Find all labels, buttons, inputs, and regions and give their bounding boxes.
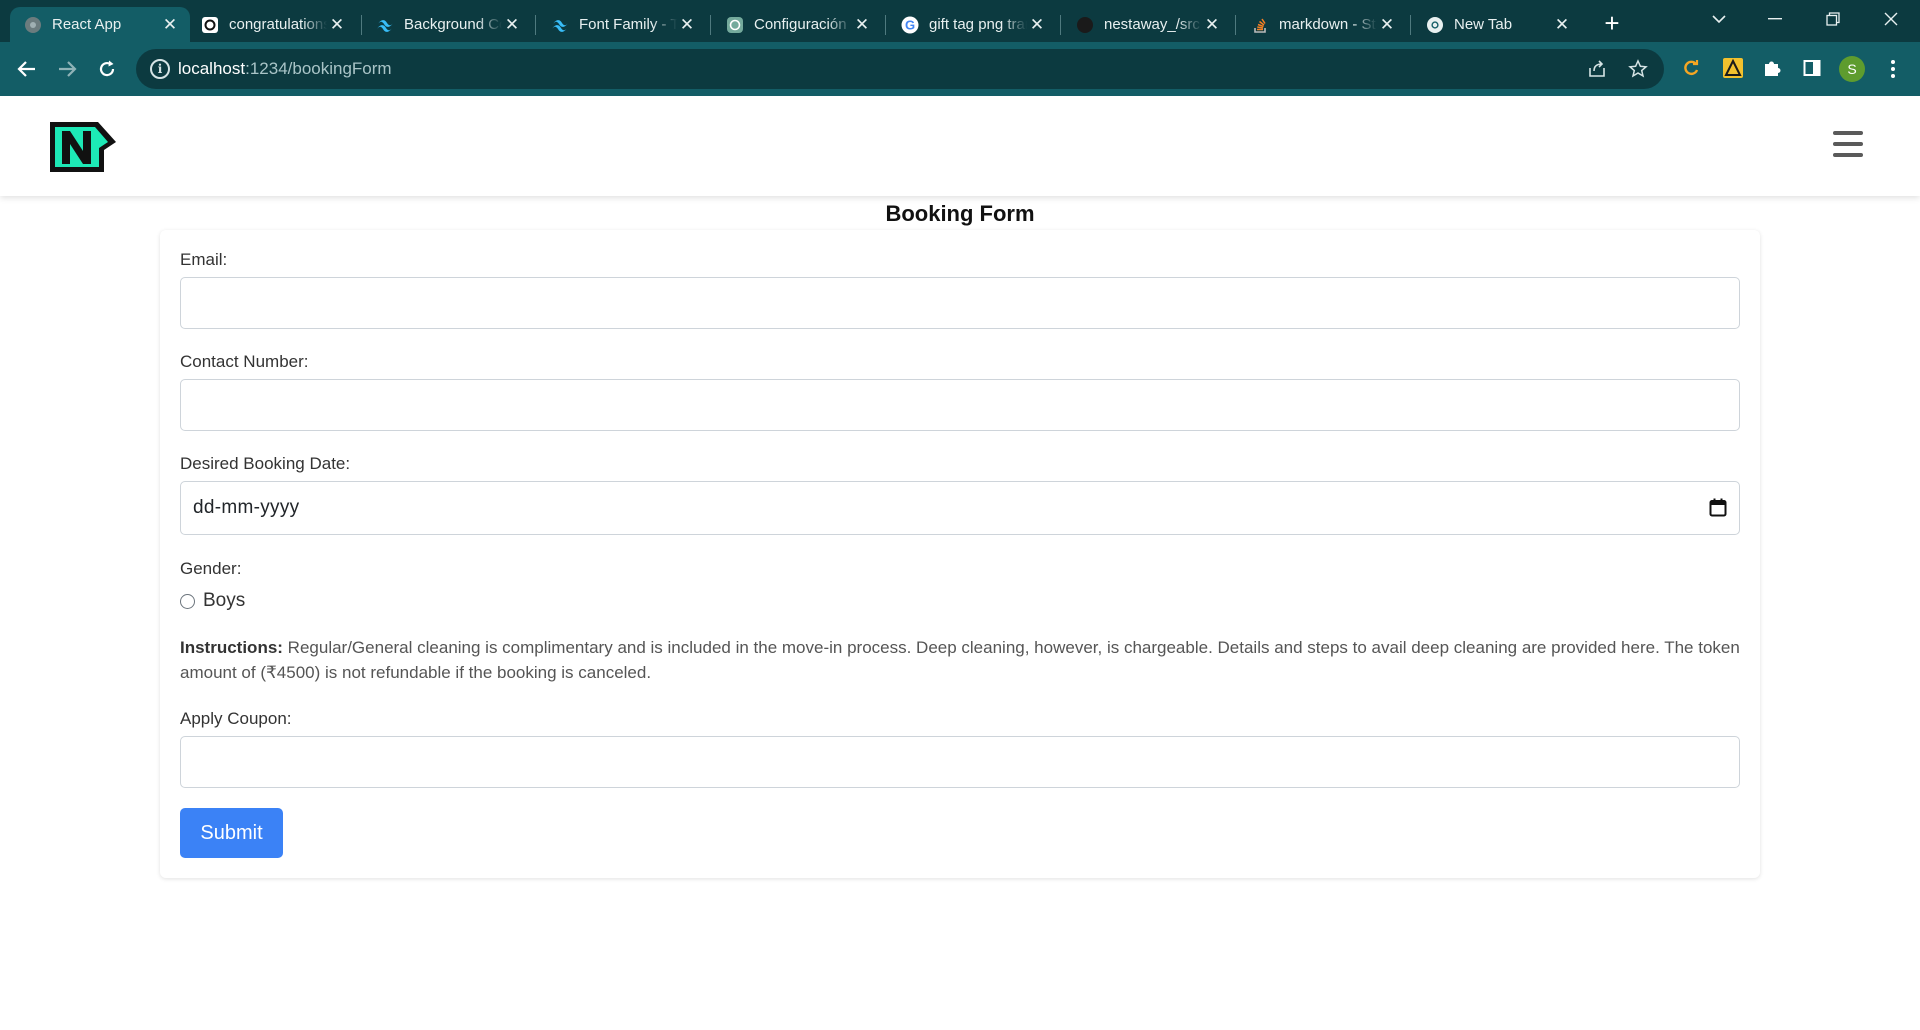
contact-number-input[interactable] [181, 380, 1739, 430]
google-favicon: G [901, 16, 919, 34]
restore-icon[interactable] [1810, 0, 1856, 38]
submit-button[interactable]: Submit [180, 808, 283, 858]
booking-date-field[interactable]: dd-mm-yyyy [180, 481, 1740, 535]
tab-title: Configuración [754, 16, 847, 33]
react-app-favicon [24, 16, 42, 34]
tab-title: Font Family - Tailwind [579, 16, 677, 33]
gender-label: Gender: [180, 559, 242, 578]
hamburger-bar [1833, 142, 1863, 146]
browser-tab-strip: React App ✕ congratulations ✕ Background… [0, 0, 1920, 42]
tab-background-color[interactable]: Background Color ✕ [362, 7, 532, 42]
stackoverflow-favicon [1251, 16, 1269, 34]
tab-gift-tag[interactable]: G gift tag png transparent ✕ [887, 7, 1057, 42]
chatgpt-favicon [726, 16, 744, 34]
tab-divider [535, 15, 536, 35]
hamburger-menu-icon[interactable] [1833, 131, 1863, 157]
contact-number-field[interactable] [180, 379, 1740, 431]
tab-divider [1410, 15, 1411, 35]
tab-react-app[interactable]: React App ✕ [10, 7, 190, 42]
site-navbar [0, 96, 1920, 196]
svg-text:G: G [905, 17, 915, 32]
coupon-field[interactable] [180, 736, 1740, 788]
tab-divider [710, 15, 711, 35]
openai-favicon [201, 16, 219, 34]
close-tab-icon[interactable]: ✕ [327, 15, 347, 35]
coupon-label: Apply Coupon: [180, 709, 292, 728]
close-tab-icon[interactable]: ✕ [1552, 15, 1572, 35]
instructions-label: Instructions: [180, 638, 283, 657]
browser-menu-icon[interactable] [1880, 54, 1906, 84]
reload-icon[interactable] [92, 54, 122, 84]
tab-markdown[interactable]: markdown - Stack ✕ [1237, 7, 1407, 42]
gender-option-boys[interactable]: Boys [180, 590, 245, 612]
tab-configuracion[interactable]: Configuración ✕ [712, 7, 882, 42]
profile-avatar[interactable]: S [1839, 56, 1865, 82]
page-title: Booking Form [885, 201, 1035, 226]
tab-new-tab[interactable]: New Tab ✕ [1412, 7, 1582, 42]
close-tab-icon[interactable]: ✕ [677, 15, 697, 35]
extension-refresh-icon[interactable] [1678, 55, 1704, 81]
tab-font-family[interactable]: Font Family - Tailwind ✕ [537, 7, 707, 42]
url-text[interactable]: localhost:1234/bookingForm [178, 59, 392, 79]
close-tab-icon[interactable]: ✕ [1202, 15, 1222, 35]
tab-nestaway-src[interactable]: nestaway_/src ✕ [1062, 7, 1232, 42]
bookmark-star-icon[interactable] [1626, 57, 1650, 81]
tab-title: gift tag png transparent [929, 16, 1027, 33]
close-tab-icon[interactable]: ✕ [852, 15, 872, 35]
tab-divider [885, 15, 886, 35]
browser-toolbar: i localhost:1234/bookingForm S [0, 42, 1920, 96]
side-panel-icon[interactable] [1799, 55, 1825, 81]
tab-divider [1235, 15, 1236, 35]
email-label: Email: [180, 250, 228, 269]
hamburger-bar [1833, 153, 1863, 157]
hamburger-bar [1833, 131, 1863, 135]
tab-title: congratulations [229, 16, 327, 33]
date-placeholder: dd-mm-yyyy [193, 497, 300, 518]
tab-title: Background Color [404, 16, 502, 33]
tab-divider [1060, 15, 1061, 35]
close-tab-icon[interactable]: ✕ [1027, 15, 1047, 35]
boys-radio[interactable] [180, 593, 195, 609]
forward-arrow-icon[interactable] [52, 54, 82, 84]
back-arrow-icon[interactable] [12, 54, 42, 84]
booking-date-label: Desired Booking Date: [180, 454, 351, 473]
contact-number-label: Contact Number: [180, 352, 309, 371]
boys-radio-label: Boys [203, 590, 246, 611]
tab-search-icon[interactable] [1696, 0, 1742, 38]
share-icon[interactable] [1585, 57, 1609, 81]
close-window-icon[interactable] [1868, 0, 1914, 38]
tab-title: markdown - Stack [1279, 16, 1377, 33]
close-tab-icon[interactable]: ✕ [1377, 15, 1397, 35]
email-input[interactable] [181, 278, 1739, 328]
instructions-body: Regular/General cleaning is complimentar… [180, 638, 1740, 682]
instructions-text: Instructions: Regular/General cleaning i… [180, 635, 1745, 685]
tailwind-favicon [551, 16, 569, 34]
coupon-input[interactable] [181, 737, 1739, 787]
tab-congratulations[interactable]: congratulations ✕ [187, 7, 357, 42]
tailwind-favicon [376, 16, 394, 34]
booking-form-card: Email: Contact Number: Desired Booking D… [160, 230, 1760, 878]
email-field[interactable] [180, 277, 1740, 329]
tab-title: nestaway_/src [1104, 16, 1200, 33]
minimize-icon[interactable] [1752, 0, 1798, 38]
site-info-icon[interactable]: i [150, 59, 170, 79]
close-tab-icon[interactable]: ✕ [160, 15, 180, 35]
tab-title: New Tab [1454, 16, 1513, 33]
page-viewport: Booking Form Email: Contact Number: Desi… [0, 96, 1920, 1030]
extensions-puzzle-icon[interactable] [1759, 55, 1785, 81]
new-tab-icon[interactable]: + [1598, 8, 1626, 38]
url-host: localhost [178, 59, 246, 78]
tab-title: React App [52, 16, 122, 33]
close-tab-icon[interactable]: ✕ [502, 15, 522, 35]
chrome-favicon [1426, 16, 1444, 34]
calendar-icon[interactable] [1709, 498, 1727, 522]
extension-warning-icon[interactable] [1720, 55, 1746, 81]
github-favicon [1076, 16, 1094, 34]
address-bar[interactable]: i localhost:1234/bookingForm [136, 49, 1664, 89]
url-path: :1234/bookingForm [245, 59, 392, 78]
site-logo[interactable] [48, 120, 118, 179]
